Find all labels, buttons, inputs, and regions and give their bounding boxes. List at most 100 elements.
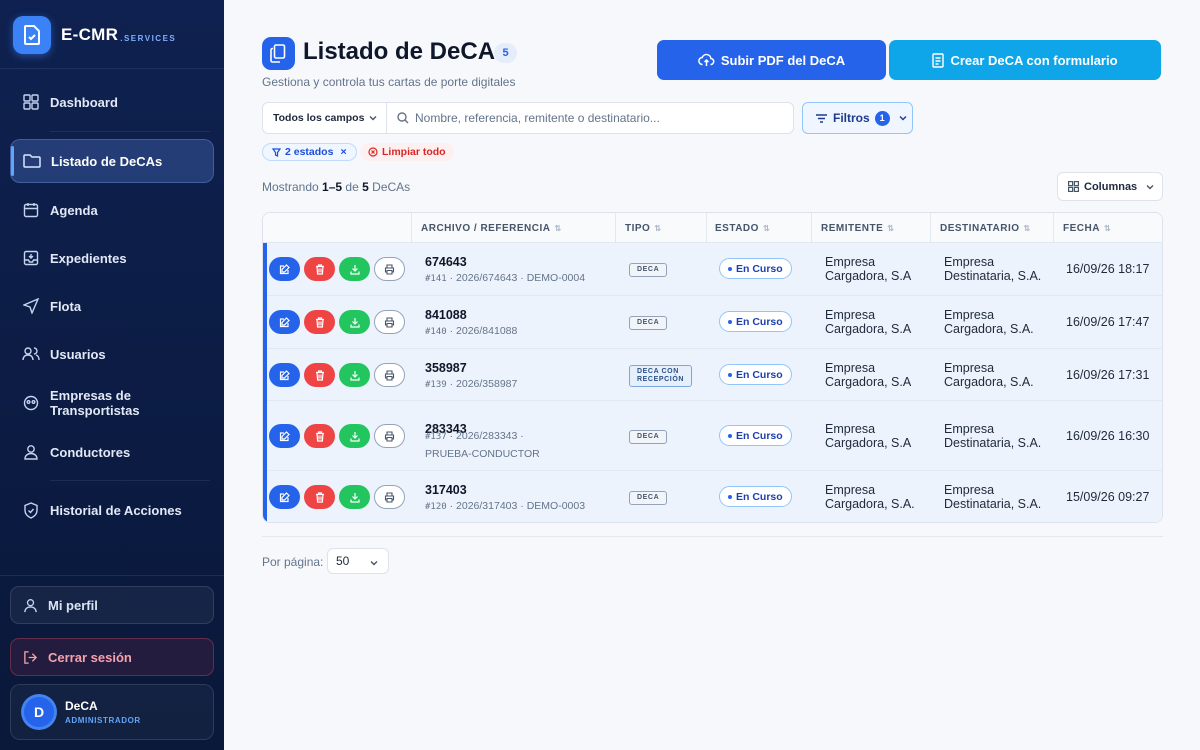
date-cell: 16/09/26 17:31 <box>1066 368 1150 382</box>
status-dot <box>728 319 732 324</box>
printer-icon <box>384 369 395 381</box>
row-id: #120 <box>425 502 447 512</box>
folder-icon <box>23 152 41 170</box>
divider <box>262 536 1163 537</box>
row-reference[interactable]: 358987 <box>425 361 467 375</box>
upload-pdf-button[interactable]: Subir PDF del DeCA <box>657 40 886 80</box>
print-button[interactable] <box>374 257 405 281</box>
table-row[interactable]: 317403 #120 · 2026/317403 · DEMO-0003 DECA… <box>267 471 1162 522</box>
column-header-remitente[interactable]: REMITENTE ⇅ <box>821 213 894 243</box>
sidebar-item-dashboard[interactable]: Dashboard <box>10 80 214 124</box>
print-button[interactable] <box>374 485 405 509</box>
edit-button[interactable] <box>269 424 300 448</box>
status-badge: En Curso <box>719 364 792 385</box>
row-reference[interactable]: 841088 <box>425 308 467 322</box>
user-card[interactable]: D DeCA ADMINISTRADOR <box>10 684 214 740</box>
calendar-icon <box>22 201 40 219</box>
sidebar-item-label: Agenda <box>50 202 98 218</box>
trash-icon <box>315 369 325 381</box>
close-icon[interactable]: × <box>340 146 346 158</box>
avatar: D <box>21 694 57 730</box>
printer-icon <box>384 263 395 275</box>
print-button[interactable] <box>374 363 405 387</box>
row-reference[interactable]: 317403 <box>425 483 467 497</box>
row-code: 2026/358987 <box>456 378 518 390</box>
delete-button[interactable] <box>304 310 335 334</box>
delete-button[interactable] <box>304 485 335 509</box>
column-header-fecha[interactable]: FECHA ⇅ <box>1063 213 1111 243</box>
field-select[interactable]: Todos los campos <box>263 103 387 133</box>
row-code: 2026/317403 <box>456 500 518 512</box>
recipient-cell: Empresa Cargadora, S.A. <box>944 308 1034 336</box>
states-filter-chip[interactable]: 2 estados × <box>262 143 357 161</box>
download-button[interactable] <box>339 424 370 448</box>
profile-label: Mi perfil <box>48 597 98 613</box>
column-header-archivo[interactable]: ARCHIVO / REFERENCIA ⇅ <box>421 213 562 243</box>
print-button[interactable] <box>374 424 405 448</box>
edit-icon <box>279 369 290 381</box>
brand[interactable]: E-CMR .SERVICES <box>13 16 176 54</box>
columns-button[interactable]: Columnas <box>1057 172 1163 201</box>
table-row[interactable]: 283343 #137 · 2026/283343 · PRUEBA-CONDUC… <box>267 401 1162 471</box>
delete-button[interactable] <box>304 257 335 281</box>
sidebar-item-flota[interactable]: Flota <box>10 284 214 328</box>
summary-range: 1–5 <box>322 180 343 194</box>
filters-button[interactable]: Filtros 1 <box>802 102 913 134</box>
count-badge: 5 <box>494 43 517 63</box>
per-page-select[interactable]: 50 <box>327 548 389 574</box>
sidebar-item-listado[interactable]: Listado de DeCAs <box>10 139 214 183</box>
sender-line1: Empresa <box>825 422 876 436</box>
recipient-line2: Destinataria, S.A. <box>944 269 1042 283</box>
recipient-cell: Empresa Cargadora, S.A. <box>944 361 1034 389</box>
create-form-button[interactable]: Crear DeCA con formulario <box>889 40 1161 80</box>
chevron-down-icon <box>368 113 378 126</box>
table-row[interactable]: 674643 #141 · 2026/674643 · DEMO-0004 DECA… <box>267 243 1162 296</box>
profile-button[interactable]: Mi perfil <box>10 586 214 624</box>
sidebar-item-empresas[interactable]: Empresas de Transportistas <box>10 381 214 425</box>
edit-button[interactable] <box>269 310 300 334</box>
type-badge: DECA <box>629 430 668 444</box>
sort-icon: ⇅ <box>762 223 771 233</box>
print-button[interactable] <box>374 310 405 334</box>
row-extra-ref: PRUEBA-CONDUCTOR <box>425 448 540 460</box>
search-input[interactable] <box>415 111 775 125</box>
download-button[interactable] <box>339 485 370 509</box>
download-button[interactable] <box>339 363 370 387</box>
sidebar-item-usuarios[interactable]: Usuarios <box>10 332 214 376</box>
row-actions <box>269 485 405 509</box>
sidebar-item-expedientes[interactable]: Expedientes <box>10 236 214 280</box>
separator-dot: · <box>446 500 457 512</box>
page-title: Listado de DeCAs <box>303 38 509 65</box>
edit-button[interactable] <box>269 257 300 281</box>
delete-button[interactable] <box>304 424 335 448</box>
column-header-estado[interactable]: ESTADO ⇅ <box>715 213 770 243</box>
delete-button[interactable] <box>304 363 335 387</box>
edit-button[interactable] <box>269 363 300 387</box>
separator-dot: · <box>446 325 457 337</box>
brand-name: E-CMR <box>61 25 119 44</box>
status-label: En Curso <box>736 490 783 503</box>
table-row[interactable]: 358987#139 · 2026/358987 · DECA CON RECE… <box>267 349 1162 401</box>
date-cell: 16/09/26 16:30 <box>1066 429 1150 443</box>
sort-icon: ⇅ <box>654 223 662 233</box>
sidebar-item-historial[interactable]: Historial de Acciones <box>10 488 214 532</box>
row-reference-details: #141 · 2026/674643 · DEMO-0004 <box>425 270 605 288</box>
column-header-tipo[interactable]: TIPO ⇅ <box>625 213 662 243</box>
trash-icon <box>315 491 325 503</box>
row-reference[interactable]: 674643 <box>425 255 467 269</box>
row-code: 2026/283343 <box>456 430 518 442</box>
sort-icon: ⇅ <box>887 223 895 233</box>
edit-button[interactable] <box>269 485 300 509</box>
search-bar: Todos los campos <box>262 102 794 134</box>
download-button[interactable] <box>339 310 370 334</box>
sidebar-item-agenda[interactable]: Agenda <box>10 188 214 232</box>
sidebar-item-conductores[interactable]: Conductores <box>10 430 214 474</box>
clear-all-button[interactable]: Limpiar todo <box>360 143 454 161</box>
download-button[interactable] <box>339 257 370 281</box>
table-row[interactable]: 841088#140 · 2026/841088 · DECA En Curso E… <box>267 296 1162 349</box>
status-badge: En Curso <box>719 425 792 446</box>
column-header-destinatario[interactable]: DESTINATARIO ⇅ <box>940 213 1031 243</box>
logout-button[interactable]: Cerrar sesión <box>10 638 214 676</box>
separator-dot: · <box>446 378 457 390</box>
row-reference-details: #140 · 2026/841088 · <box>425 323 605 341</box>
